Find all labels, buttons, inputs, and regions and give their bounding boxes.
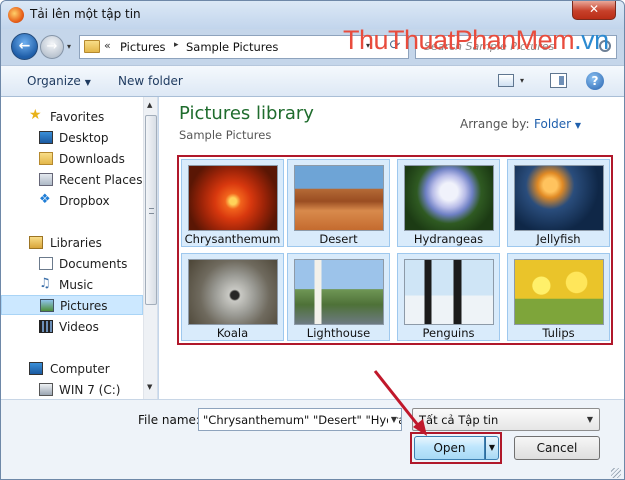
desktop-icon (39, 131, 53, 144)
organize-button[interactable]: Organize ▼ (27, 74, 91, 88)
file-tile-desert[interactable]: Desert (287, 159, 390, 247)
scroll-down-icon[interactable]: ▼ (147, 383, 152, 391)
file-tile-jellyfish[interactable]: Jellyfish (507, 159, 610, 247)
firefox-icon (8, 7, 24, 23)
sidebar-item-documents[interactable]: Documents (1, 254, 143, 274)
file-list-pane: Pictures library Sample Pictures Arrange… (159, 97, 624, 399)
hard-drive-icon (39, 383, 53, 396)
sidebar-item-drive-c[interactable]: WIN 7 (C:) (1, 380, 143, 400)
dialog-footer: File name: "Chrysanthemum" "Desert" "Hyd… (1, 399, 624, 479)
new-folder-button[interactable]: New folder (118, 74, 183, 88)
breadcrumb-sample-pictures[interactable]: Sample Pictures (186, 40, 278, 54)
sidebar-item-desktop[interactable]: Desktop (1, 128, 143, 148)
navigation-pane: ★ Favorites Desktop Downloads Recent Pla… (1, 97, 158, 399)
file-tile-hydrangeas[interactable]: Hydrangeas (397, 159, 500, 247)
sidebar-scrollbar[interactable]: ▲ ▼ (143, 97, 157, 399)
desert-thumbnail (294, 165, 384, 231)
chevron-down-icon: ▼ (84, 78, 91, 87)
arrange-by-dropdown[interactable]: Folder ▼ (534, 117, 581, 131)
documents-icon (39, 257, 53, 270)
scroll-up-icon[interactable]: ▲ (147, 101, 152, 109)
watermark-logo: ThuThuatPhanMem.vn (343, 25, 609, 55)
tulips-thumbnail (514, 259, 604, 325)
videos-icon (39, 320, 53, 333)
file-tile-tulips[interactable]: Tulips (507, 253, 610, 341)
lighthouse-thumbnail (294, 259, 384, 325)
file-tile-koala[interactable]: Koala (181, 253, 284, 341)
back-arrow-icon[interactable]: ← (11, 33, 38, 60)
annotation-arrow-icon (373, 370, 427, 436)
music-icon: ♫ (39, 276, 51, 291)
breadcrumb-overflow[interactable]: « (104, 39, 111, 52)
chevron-right-icon[interactable]: ▸ (174, 40, 179, 50)
recent-places-icon (39, 173, 53, 186)
hydrangeas-thumbnail (404, 165, 494, 231)
chevron-down-icon: ▼ (586, 415, 593, 424)
downloads-folder-icon (39, 152, 53, 165)
open-button[interactable]: Open (414, 436, 485, 460)
file-tile-lighthouse[interactable]: Lighthouse (287, 253, 390, 341)
open-options-icon[interactable]: ▼ (485, 436, 499, 460)
sidebar-group-computer[interactable]: Computer (1, 359, 143, 379)
forward-arrow-icon[interactable]: → (40, 35, 64, 59)
breadcrumb-pictures[interactable]: Pictures (120, 40, 166, 54)
command-bar: Organize ▼ New folder ▾ ? (1, 65, 624, 97)
help-icon[interactable]: ? (586, 72, 604, 90)
star-icon: ★ (29, 107, 42, 123)
computer-icon (29, 362, 43, 375)
chevron-down-icon[interactable]: ▾ (520, 76, 524, 85)
sidebar-item-dropbox[interactable]: ❖ Dropbox (1, 191, 143, 211)
file-tile-chrysanthemum[interactable]: Chrysanthemum (181, 159, 284, 247)
file-type-dropdown[interactable]: Tất cả Tập tin ▼ (412, 408, 600, 431)
sidebar-item-recent-places[interactable]: Recent Places (1, 170, 143, 190)
file-name-label: File name: (138, 413, 200, 427)
arrange-by-label: Arrange by: (460, 117, 530, 131)
sidebar-item-downloads[interactable]: Downloads (1, 149, 143, 169)
chevron-down-icon: ▼ (574, 121, 582, 130)
resize-grip-icon[interactable] (611, 468, 621, 478)
jellyfish-thumbnail (514, 165, 604, 231)
preview-pane-icon[interactable] (550, 73, 567, 88)
cancel-button[interactable]: Cancel (514, 436, 600, 460)
history-dropdown-icon[interactable]: ▾ (67, 42, 76, 51)
library-subtitle: Sample Pictures (179, 128, 272, 142)
file-tile-penguins[interactable]: Penguins (397, 253, 500, 341)
sidebar-group-favorites[interactable]: ★ Favorites (1, 107, 143, 127)
sidebar-item-videos[interactable]: Videos (1, 317, 143, 337)
koala-thumbnail (188, 259, 278, 325)
penguins-thumbnail (404, 259, 494, 325)
window-title: Tải lên một tập tin (30, 7, 141, 21)
file-open-dialog: Tải lên một tập tin ✕ ← → ▾ « Pictures ▸… (0, 0, 625, 480)
folder-icon (84, 40, 100, 53)
scrollbar-thumb[interactable] (145, 115, 157, 305)
libraries-icon (29, 236, 43, 249)
selection-highlight: Chrysanthemum Desert Hydrangeas Jellyfis… (177, 155, 613, 345)
library-title: Pictures library (179, 103, 314, 124)
pictures-icon (40, 299, 54, 312)
sidebar-item-pictures[interactable]: Pictures (1, 295, 143, 315)
chrysanthemum-thumbnail (188, 165, 278, 231)
sidebar-group-libraries[interactable]: Libraries (1, 233, 143, 253)
sidebar-item-music[interactable]: ♫ Music (1, 275, 143, 295)
dropbox-icon: ❖ (39, 192, 51, 207)
close-button[interactable]: ✕ (572, 1, 616, 20)
change-view-icon[interactable] (498, 74, 514, 87)
